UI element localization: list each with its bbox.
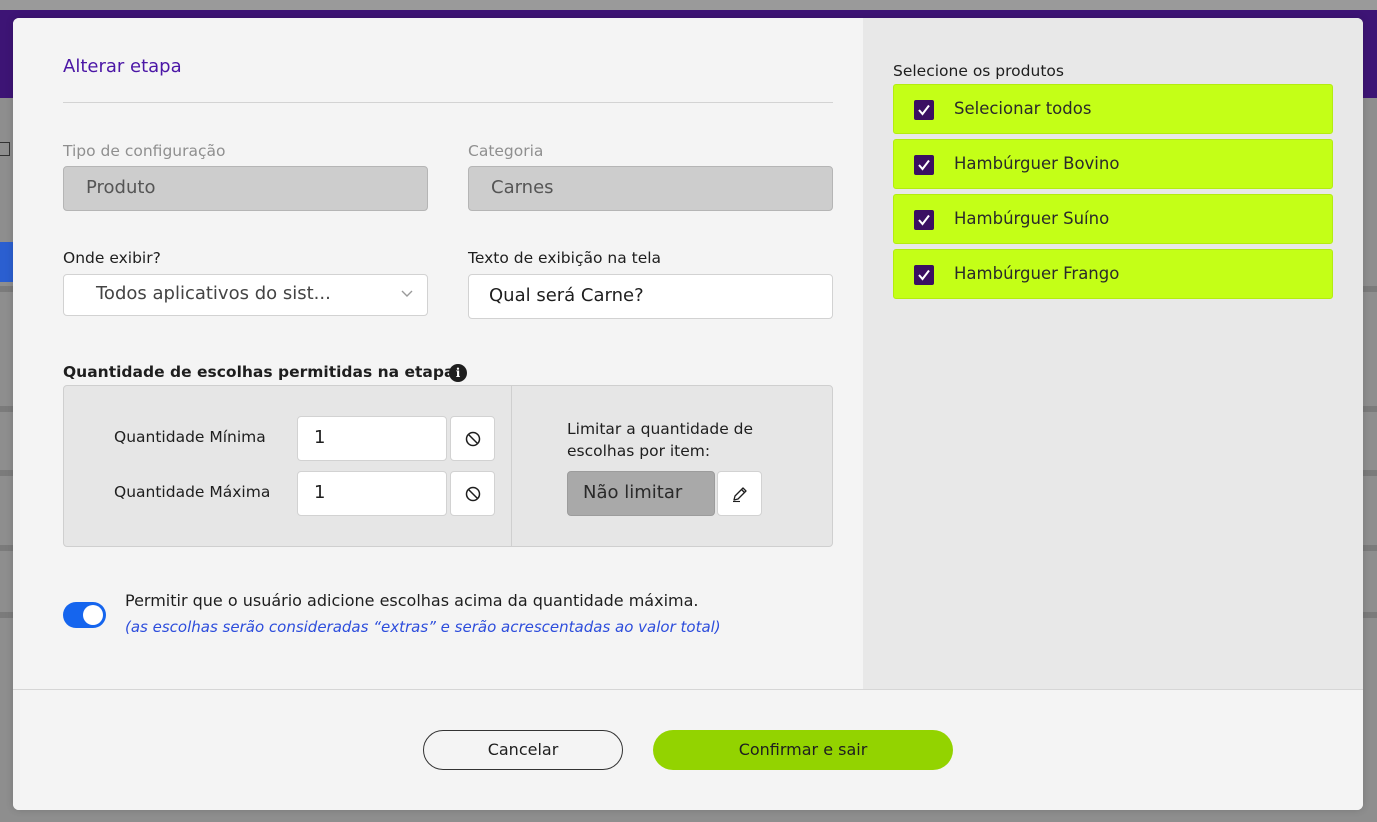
product-item[interactable]: Hambúrguer Bovino	[893, 139, 1333, 189]
product-label: Hambúrguer Bovino	[954, 154, 1120, 173]
dialog-form-panel: Alterar etapa Tipo de configuração Produ…	[13, 18, 863, 689]
display-text-input[interactable]: Qual será Carne?	[468, 274, 833, 319]
product-checkbox[interactable]	[914, 210, 934, 230]
confirm-and-exit-button[interactable]: Confirmar e sair	[653, 730, 953, 770]
checkmark-icon	[918, 104, 930, 116]
clear-max-button[interactable]	[450, 471, 495, 516]
min-quantity-label: Quantidade Mínima	[114, 428, 266, 446]
product-checkbox[interactable]	[914, 155, 934, 175]
product-checkbox[interactable]	[914, 100, 934, 120]
allow-extra-toggle[interactable]	[63, 602, 106, 628]
product-item[interactable]: Hambúrguer Suíno	[893, 194, 1333, 244]
background-topbar	[0, 0, 1377, 10]
toggle-knob	[83, 605, 103, 625]
info-icon[interactable]: i	[449, 364, 467, 382]
limit-per-item-field: Não limitar	[567, 471, 715, 516]
product-checkbox[interactable]	[914, 265, 934, 285]
max-quantity-label: Quantidade Máxima	[114, 483, 271, 501]
allow-extra-note: (as escolhas serão consideradas “extras”…	[125, 618, 721, 636]
display-where-select[interactable]: Todos aplicativos do sist...	[63, 274, 428, 316]
change-step-dialog: Alterar etapa Tipo de configuração Produ…	[13, 18, 1363, 810]
checkmark-icon	[918, 214, 930, 226]
quantity-section-label: Quantidade de escolhas permitidas na eta…	[63, 363, 461, 381]
clear-min-button[interactable]	[450, 416, 495, 461]
checkmark-icon	[918, 269, 930, 281]
block-icon	[465, 486, 481, 502]
product-item[interactable]: Hambúrguer Frango	[893, 249, 1333, 299]
display-where-value: Todos aplicativos do sist...	[96, 283, 331, 304]
config-type-label: Tipo de configuração	[63, 142, 226, 160]
display-where-label: Onde exibir?	[63, 249, 161, 267]
title-divider	[63, 102, 833, 103]
product-label: Hambúrguer Suíno	[954, 209, 1110, 228]
max-quantity-input[interactable]: 1	[297, 471, 447, 516]
quantity-panel-divider	[511, 386, 512, 546]
background-tab	[0, 242, 14, 282]
display-text-label: Texto de exibição na tela	[468, 249, 662, 267]
products-title: Selecione os produtos	[893, 62, 1064, 80]
product-label: Selecionar todos	[954, 99, 1092, 118]
min-quantity-input[interactable]: 1	[297, 416, 447, 461]
edit-limit-button[interactable]	[717, 471, 762, 516]
config-type-field: Produto	[63, 166, 428, 211]
product-selection-panel: Selecione os produtos Selecionar todos H…	[863, 18, 1363, 689]
block-icon	[465, 431, 481, 447]
product-item-select-all[interactable]: Selecionar todos	[893, 84, 1333, 134]
cancel-button[interactable]: Cancelar	[423, 730, 623, 770]
category-field: Carnes	[468, 166, 833, 211]
chevron-down-icon	[401, 290, 413, 297]
limit-per-item-label: Limitar a quantidade de escolhas por ite…	[567, 420, 754, 460]
dialog-title: Alterar etapa	[63, 56, 182, 77]
allow-extra-label: Permitir que o usuário adicione escolhas…	[125, 591, 699, 610]
checkmark-icon	[918, 159, 930, 171]
pencil-icon	[733, 487, 747, 503]
category-label: Categoria	[468, 142, 544, 160]
quantity-panel: Quantidade Mínima 1 Quantidade Máxima 1 …	[63, 385, 833, 547]
background-checkbox	[0, 142, 10, 156]
product-label: Hambúrguer Frango	[954, 264, 1120, 283]
